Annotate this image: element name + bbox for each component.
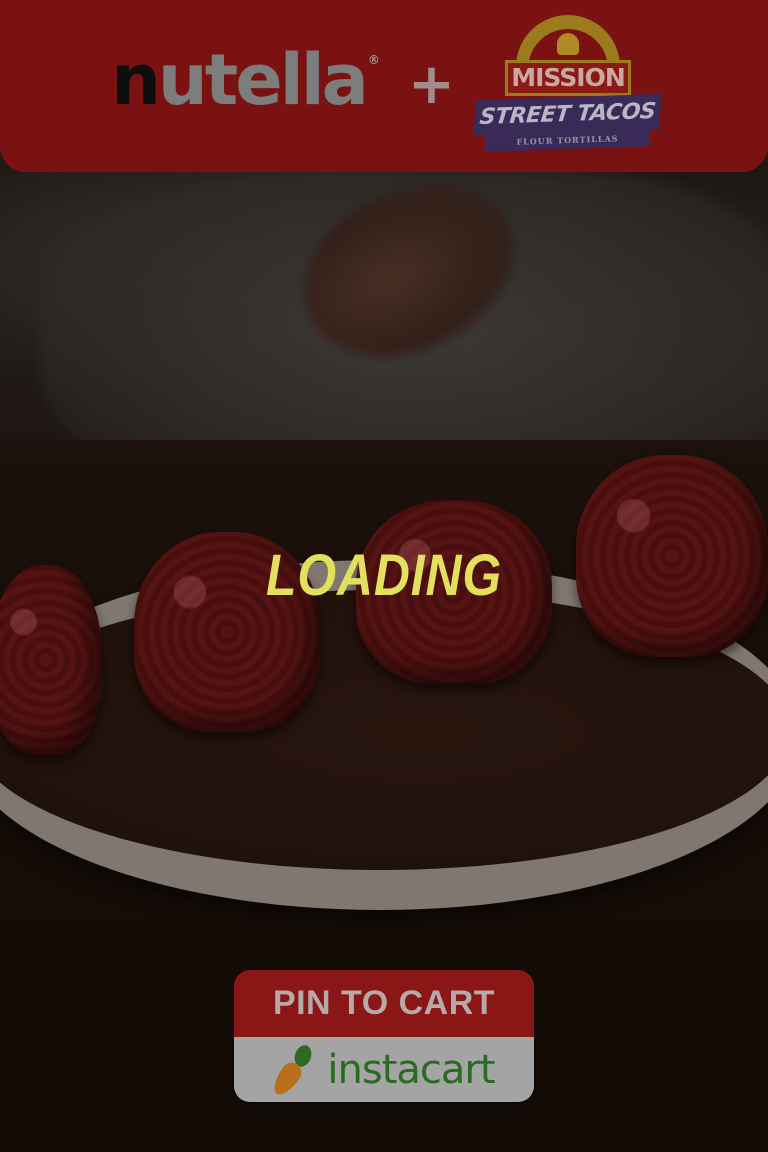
- plus-symbol: +: [408, 52, 455, 117]
- registered-mark: ®: [367, 53, 380, 67]
- pin-to-cart-label: PIN TO CART: [234, 970, 534, 1037]
- logo-mission-text: MISSION: [505, 60, 631, 96]
- header-banner: n utella ® + MISSION STREET TACOS FLOUR TO…: [0, 0, 768, 172]
- bell-icon: [557, 33, 579, 55]
- mission-logo: MISSION STREET TACOS FLOUR TORTILLAS: [472, 15, 663, 152]
- loading-text: LOADING: [265, 543, 503, 608]
- nutella-logo: n utella ®: [108, 40, 380, 120]
- pin-to-cart-button[interactable]: PIN TO CART instacart: [234, 970, 534, 1102]
- instacart-label: instacart: [327, 1046, 495, 1093]
- carrot-icon: [268, 1042, 319, 1099]
- instacart-badge: instacart: [234, 1037, 534, 1102]
- logo-letter-n: n: [111, 39, 161, 121]
- logo-word: utella: [157, 39, 369, 121]
